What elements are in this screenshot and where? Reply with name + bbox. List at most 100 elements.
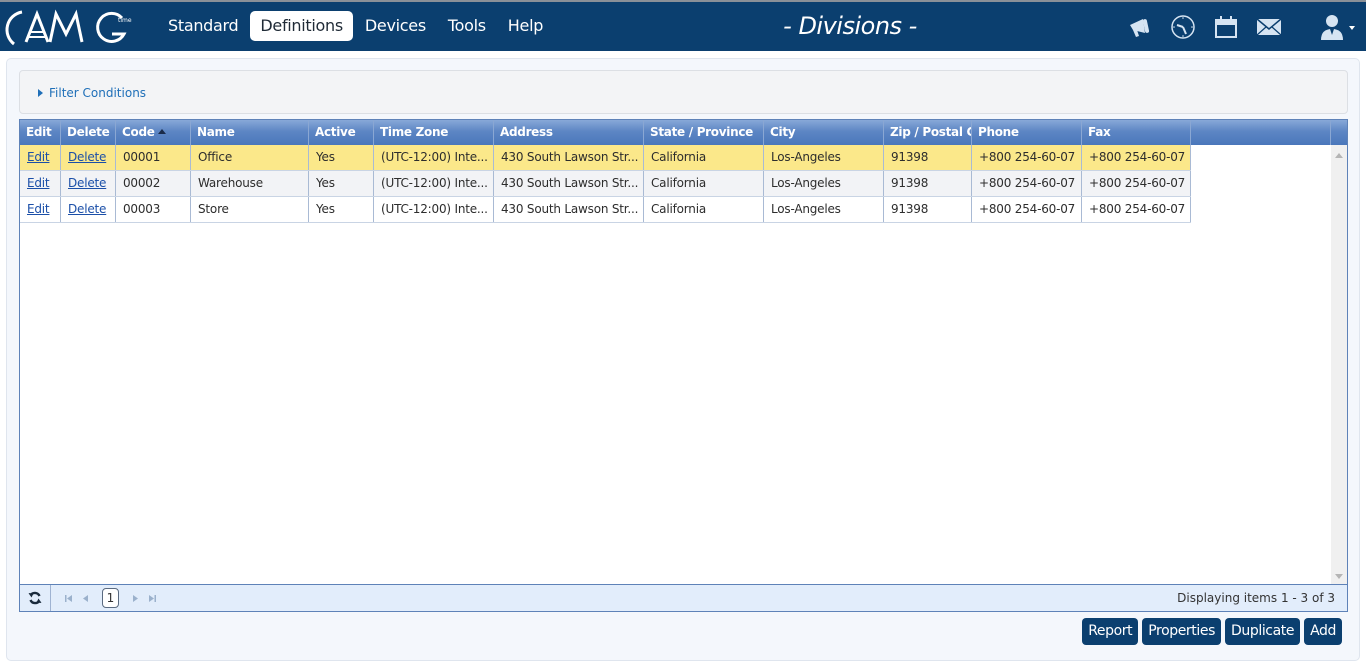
column-header-name[interactable]: Name bbox=[191, 120, 309, 145]
page-number-input[interactable]: 1 bbox=[102, 588, 119, 608]
cell-city: Los-Angeles bbox=[764, 145, 884, 170]
main-nav: Standard Definitions Devices Tools Help bbox=[158, 11, 553, 41]
nav-standard[interactable]: Standard bbox=[158, 11, 248, 41]
cell-address: 430 South Lawson Str... bbox=[494, 197, 644, 222]
cell-delete: Delete bbox=[61, 145, 116, 170]
grid-header: Edit Delete Code Name Active Time Zone A… bbox=[20, 120, 1347, 145]
cell-state: California bbox=[644, 171, 764, 196]
cell-city: Los-Angeles bbox=[764, 197, 884, 222]
calendar-icon[interactable] bbox=[1211, 12, 1241, 42]
cell-time-zone: (UTC-12:00) Inte... bbox=[374, 145, 494, 170]
nav-help[interactable]: Help bbox=[498, 11, 553, 41]
scroll-up-icon[interactable] bbox=[1335, 153, 1343, 158]
cell-state: California bbox=[644, 197, 764, 222]
cell-state: California bbox=[644, 145, 764, 170]
nav-devices[interactable]: Devices bbox=[355, 11, 436, 41]
cell-name: Warehouse bbox=[191, 171, 309, 196]
cell-code: 00002 bbox=[116, 171, 191, 196]
filter-conditions-label: Filter Conditions bbox=[49, 86, 147, 100]
previous-page-button[interactable] bbox=[82, 585, 89, 611]
filter-conditions-toggle[interactable]: Filter Conditions bbox=[38, 86, 146, 100]
cell-name: Office bbox=[191, 145, 309, 170]
edit-link[interactable]: Edit bbox=[27, 202, 50, 216]
column-header-code-label: Code bbox=[122, 125, 155, 139]
cell-name: Store bbox=[191, 197, 309, 222]
refresh-button[interactable] bbox=[20, 585, 51, 611]
cell-edit: Edit bbox=[20, 171, 61, 196]
column-header-time-zone[interactable]: Time Zone bbox=[374, 120, 494, 145]
scroll-down-icon[interactable] bbox=[1335, 574, 1343, 579]
column-header-active[interactable]: Active bbox=[309, 120, 374, 145]
table-row[interactable]: Edit Delete 00003 Store Yes (UTC-12:00) … bbox=[20, 197, 1191, 223]
column-header-state[interactable]: State / Province bbox=[644, 120, 764, 145]
nav-tools[interactable]: Tools bbox=[438, 11, 496, 41]
amg-logo[interactable]: time bbox=[4, 6, 140, 48]
next-page-button[interactable] bbox=[132, 585, 139, 611]
vertical-scrollbar[interactable] bbox=[1331, 145, 1347, 585]
refresh-icon bbox=[28, 591, 42, 605]
svg-text:time: time bbox=[118, 17, 132, 24]
cell-zip: 91398 bbox=[884, 171, 972, 196]
edit-link[interactable]: Edit bbox=[27, 176, 50, 190]
last-page-icon bbox=[149, 594, 156, 602]
filter-panel: Filter Conditions bbox=[19, 70, 1348, 114]
chevron-down-icon bbox=[1349, 26, 1355, 30]
clock-icon[interactable] bbox=[1168, 12, 1198, 42]
page-title: - Divisions - bbox=[783, 12, 917, 40]
column-header-zip[interactable]: Zip / Postal Co bbox=[884, 120, 972, 145]
cell-code: 00003 bbox=[116, 197, 191, 222]
top-bar: time Standard Definitions Devices Tools … bbox=[0, 0, 1366, 51]
column-header-edit[interactable]: Edit bbox=[20, 120, 61, 145]
column-header-delete[interactable]: Delete bbox=[61, 120, 116, 145]
mail-icon[interactable] bbox=[1254, 12, 1284, 42]
cell-address: 430 South Lawson Str... bbox=[494, 145, 644, 170]
delete-link[interactable]: Delete bbox=[68, 150, 106, 164]
first-page-icon bbox=[65, 594, 72, 602]
pager: 1 Displaying items 1 - 3 of 3 bbox=[20, 584, 1347, 611]
cell-active: Yes bbox=[309, 145, 374, 170]
cell-active: Yes bbox=[309, 171, 374, 196]
cell-zip: 91398 bbox=[884, 145, 972, 170]
main-panel: Filter Conditions Edit Delete Code Name … bbox=[6, 58, 1360, 661]
cell-edit: Edit bbox=[20, 197, 61, 222]
cell-phone: +800 254-60-07 bbox=[972, 171, 1082, 196]
first-page-button[interactable] bbox=[64, 585, 73, 611]
top-icons bbox=[1125, 12, 1355, 42]
cell-address: 430 South Lawson Str... bbox=[494, 171, 644, 196]
column-header-filler bbox=[1191, 120, 1331, 145]
column-header-phone[interactable]: Phone bbox=[972, 120, 1082, 145]
delete-link[interactable]: Delete bbox=[68, 202, 106, 216]
column-header-scroll-spacer bbox=[1331, 120, 1347, 145]
cell-delete: Delete bbox=[61, 197, 116, 222]
delete-link[interactable]: Delete bbox=[68, 176, 106, 190]
divisions-grid: Edit Delete Code Name Active Time Zone A… bbox=[19, 119, 1348, 612]
table-row[interactable]: Edit Delete 00001 Office Yes (UTC-12:00)… bbox=[20, 145, 1191, 171]
table-row[interactable]: Edit Delete 00002 Warehouse Yes (UTC-12:… bbox=[20, 171, 1191, 197]
cell-zip: 91398 bbox=[884, 197, 972, 222]
pager-info: Displaying items 1 - 3 of 3 bbox=[1177, 591, 1335, 605]
caret-right-icon bbox=[38, 89, 43, 97]
column-header-code[interactable]: Code bbox=[116, 120, 191, 145]
cell-fax: +800 254-60-07 bbox=[1082, 145, 1191, 170]
duplicate-button[interactable]: Duplicate bbox=[1224, 618, 1301, 645]
last-page-button[interactable] bbox=[148, 585, 157, 611]
add-button[interactable]: Add bbox=[1304, 618, 1342, 645]
next-page-icon bbox=[133, 594, 138, 602]
column-header-city[interactable]: City bbox=[764, 120, 884, 145]
cell-time-zone: (UTC-12:00) Inte... bbox=[374, 171, 494, 196]
column-header-address[interactable]: Address bbox=[494, 120, 644, 145]
user-icon[interactable] bbox=[1317, 12, 1355, 42]
megaphone-icon[interactable] bbox=[1125, 12, 1155, 42]
edit-link[interactable]: Edit bbox=[27, 150, 50, 164]
report-button[interactable]: Report bbox=[1082, 618, 1139, 645]
cell-city: Los-Angeles bbox=[764, 171, 884, 196]
nav-definitions[interactable]: Definitions bbox=[250, 11, 353, 41]
cell-edit: Edit bbox=[20, 145, 61, 170]
action-buttons: Report Properties Duplicate Add bbox=[1082, 618, 1342, 645]
previous-page-icon bbox=[83, 594, 88, 602]
cell-active: Yes bbox=[309, 197, 374, 222]
cell-delete: Delete bbox=[61, 171, 116, 196]
column-header-fax[interactable]: Fax bbox=[1082, 120, 1191, 145]
properties-button[interactable]: Properties bbox=[1142, 618, 1221, 645]
cell-code: 00001 bbox=[116, 145, 191, 170]
